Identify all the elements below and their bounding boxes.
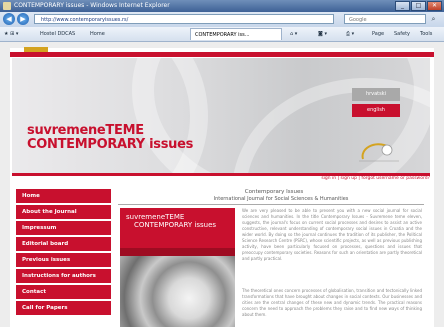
menu-item-editorial-board[interactable]: Editorial board xyxy=(16,237,111,251)
web-page: hrvatski english suvremeneTEME CONTEMPOR… xyxy=(10,47,434,327)
lang-english-button[interactable]: english xyxy=(352,104,400,117)
close-button[interactable]: ✕ xyxy=(427,1,442,11)
safety-menu[interactable]: Safety xyxy=(394,29,410,39)
search-field[interactable]: Google xyxy=(344,14,426,24)
back-icon[interactable]: ◀ xyxy=(3,13,15,25)
browser-window: CONTEMPORARY issues - Windows Internet E… xyxy=(0,0,444,327)
page-subheading: International Journal for Social Science… xyxy=(213,196,349,202)
favorite-link-home[interactable]: Home xyxy=(90,29,105,39)
window-title: CONTEMPORARY issues - Windows Internet E… xyxy=(14,2,170,9)
cover-artwork xyxy=(120,256,235,327)
intro-paragraph: We are very pleased to be able to presen… xyxy=(242,208,422,261)
cover-title: suvremeneTEME xyxy=(126,213,185,221)
address-bar: ◀ ▶ http://www.contemporaryissues.rs/ Go… xyxy=(0,12,444,27)
favorite-link-hostel[interactable]: Hostel DDCAS xyxy=(40,29,75,39)
tab-contemporary[interactable]: CONTEMPORARY iss... xyxy=(190,28,282,40)
tools-menu[interactable]: Tools xyxy=(420,29,432,39)
print-icon[interactable]: ⎙ ▾ xyxy=(346,29,354,39)
home-icon[interactable]: ⌂ ▾ xyxy=(290,29,297,39)
menu-item-impressum[interactable]: Impressum xyxy=(16,221,111,235)
title-bar: CONTEMPORARY issues - Windows Internet E… xyxy=(0,0,444,12)
cover-subtitle: CONTEMPORARY issues xyxy=(134,221,217,229)
maximize-button[interactable]: □ xyxy=(411,1,426,11)
rss-icon[interactable]: ◙ ▾ xyxy=(318,29,327,39)
page-heading: Contemporary Issues xyxy=(244,189,304,195)
menu-item-home[interactable]: Home xyxy=(16,189,111,203)
window-controls: _ □ ✕ xyxy=(395,1,442,11)
publisher-seal-icon xyxy=(359,143,399,162)
journal-cover-image: suvremeneTEME CONTEMPORARY issues xyxy=(120,208,235,327)
menu-item-about[interactable]: About the Journal xyxy=(16,205,111,219)
body-paragraph: The theoretical ones concern processes o… xyxy=(242,288,422,317)
lang-hrvatski-button[interactable]: hrvatski xyxy=(352,88,400,101)
menu-item-instructions[interactable]: Instructions for authors xyxy=(16,269,111,283)
favorites-star-icon[interactable]: ★ ⊞ ▾ xyxy=(4,29,18,39)
user-links[interactable]: sign in | sign up | forgot username or p… xyxy=(250,176,430,181)
url-field[interactable]: http://www.contemporaryissues.rs/ xyxy=(34,14,334,24)
divider xyxy=(118,204,424,205)
site-logo-subtitle: CONTEMPORARY issues xyxy=(27,137,194,152)
menu-item-call-for-papers[interactable]: Call for Papers xyxy=(16,301,111,315)
menu-item-previous-issues[interactable]: Previous issues xyxy=(16,253,111,267)
site-header: hrvatski english suvremeneTEME CONTEMPOR… xyxy=(12,58,430,176)
menu-item-contact[interactable]: Contact xyxy=(16,285,111,299)
forward-icon[interactable]: ▶ xyxy=(17,13,29,25)
tab-bar: ★ ⊞ ▾ Hostel DDCAS Home CONTEMPORARY iss… xyxy=(0,27,444,42)
cover-strip xyxy=(120,248,235,256)
minimize-button[interactable]: _ xyxy=(395,1,410,11)
sidebar-menu: Home About the Journal Impressum Editori… xyxy=(16,189,111,317)
search-icon[interactable]: ⌕ xyxy=(428,14,439,24)
tab-label: CONTEMPORARY iss... xyxy=(195,32,250,38)
site-logo-title: suvremeneTEME xyxy=(27,123,144,138)
page-menu[interactable]: Page xyxy=(372,29,384,39)
page-viewport: hrvatski english suvremeneTEME CONTEMPOR… xyxy=(0,42,444,327)
ie-logo-icon xyxy=(3,2,11,10)
top-red-line xyxy=(10,52,434,57)
